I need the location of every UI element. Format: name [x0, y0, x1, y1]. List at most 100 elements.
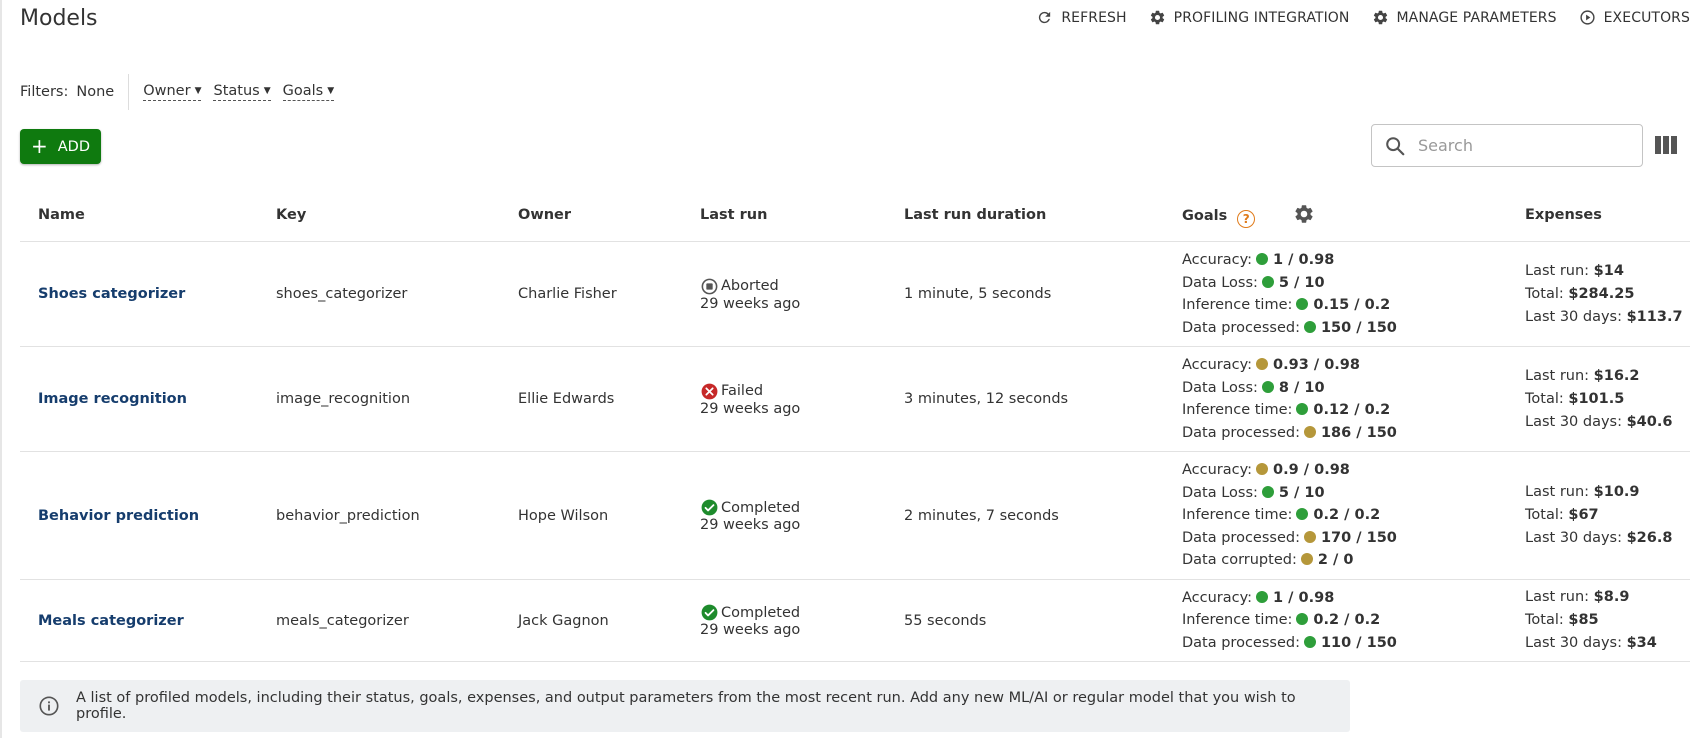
expense-label: Last run:	[1525, 484, 1590, 500]
executors-button[interactable]: EXECUTORS	[1579, 9, 1690, 26]
run-duration: 1 minute, 5 seconds	[886, 241, 1164, 347]
expenses-cell: Last run: $16.2 Total: $101.5 Last 30 da…	[1507, 346, 1690, 452]
goal-value: 0.12 / 0.2	[1313, 402, 1391, 418]
left-border	[0, 0, 2, 738]
goal-line: Data processed: 170 / 150	[1182, 527, 1507, 550]
expense-label: Total:	[1525, 285, 1564, 302]
filter-owner-dropdown[interactable]: Owner ▼	[143, 83, 202, 101]
add-button[interactable]: + ADD	[20, 129, 101, 164]
header-expenses[interactable]: Expenses	[1507, 189, 1690, 242]
gear-icon[interactable]	[1293, 203, 1315, 225]
header-goals-label[interactable]: Goals	[1182, 208, 1227, 224]
model-name-link[interactable]: Behavior prediction	[38, 508, 199, 524]
expense-last-run: $10.9	[1593, 484, 1640, 500]
profiling-integration-button[interactable]: PROFILING INTEGRATION	[1149, 9, 1350, 26]
goal-label: Data processed:	[1182, 424, 1300, 441]
last-run-cell: Aborted 29 weeks ago	[682, 241, 886, 347]
header-owner[interactable]: Owner	[500, 189, 682, 242]
completed-icon	[701, 604, 718, 621]
goal-line: Accuracy: 0.93 / 0.98	[1182, 354, 1507, 377]
goals-cell: Accuracy: 0.9 / 0.98 Data Loss: 5 / 10 Inf…	[1164, 451, 1507, 580]
last-run-cell: Failed 29 weeks ago	[682, 346, 886, 452]
expense-total: $284.25	[1568, 285, 1635, 302]
goal-label: Data corrupted:	[1182, 552, 1297, 569]
goal-value: 0.15 / 0.2	[1313, 297, 1391, 313]
goal-value: 0.93 / 0.98	[1273, 357, 1360, 373]
expenses-cell: Last run: $14 Total: $284.25 Last 30 day…	[1507, 241, 1690, 347]
goal-value: 5 / 10	[1278, 274, 1325, 291]
goal-status-dot	[1303, 530, 1316, 543]
header-goals: Goals?	[1164, 189, 1507, 242]
filters-label: Filters:	[20, 84, 69, 100]
expense-label: Total:	[1525, 507, 1564, 523]
goal-label: Data Loss:	[1182, 379, 1258, 396]
table-row: Behavior prediction behavior_prediction …	[20, 451, 1690, 580]
goal-status-dot	[1296, 403, 1309, 415]
expense-total: $101.5	[1568, 390, 1625, 407]
search-input[interactable]	[1416, 135, 1630, 156]
filter-goals-dropdown[interactable]: Goals ▼	[282, 83, 335, 101]
goal-line: Data processed: 150 / 150	[1182, 317, 1507, 340]
caret-down-icon: ▼	[263, 86, 271, 96]
goal-status-dot	[1256, 590, 1269, 603]
model-name-link[interactable]: Shoes categorizer	[38, 286, 185, 302]
goal-label: Accuracy:	[1182, 589, 1253, 606]
manage-parameters-button[interactable]: MANAGE PARAMETERS	[1372, 9, 1557, 26]
refresh-button[interactable]: REFRESH	[1036, 9, 1127, 26]
filter-status-dropdown[interactable]: Status ▼	[213, 83, 271, 101]
goal-status-dot	[1261, 380, 1274, 393]
goal-line: Data Loss: 5 / 10	[1182, 272, 1507, 295]
goal-line: Inference time: 0.15 / 0.2	[1182, 294, 1507, 317]
goal-status-dot	[1303, 320, 1316, 333]
goal-line: Data Loss: 5 / 10	[1182, 482, 1507, 505]
header-last-run[interactable]: Last run	[682, 189, 886, 242]
manage-parameters-label: MANAGE PARAMETERS	[1396, 9, 1557, 26]
expense-label: Last 30 days:	[1525, 635, 1622, 651]
columns-icon[interactable]	[1655, 136, 1677, 154]
table-row: Shoes categorizer shoes_categorizer Char…	[20, 241, 1690, 347]
last-run-ago: 29 weeks ago	[700, 295, 801, 312]
search-icon	[1386, 136, 1405, 155]
model-name-link[interactable]: Meals categorizer	[38, 613, 184, 629]
goal-value: 0.9 / 0.98	[1273, 462, 1350, 479]
goal-line: Data Loss: 8 / 10	[1182, 377, 1507, 400]
run-duration: 55 seconds	[886, 579, 1164, 662]
expense-total: $67	[1568, 507, 1599, 523]
goal-label: Accuracy:	[1182, 462, 1253, 479]
header-name[interactable]: Name	[20, 189, 258, 242]
header-last-run-duration[interactable]: Last run duration	[886, 189, 1164, 242]
goal-line: Accuracy: 1 / 0.98	[1182, 249, 1507, 272]
last-run-ago: 29 weeks ago	[700, 517, 801, 533]
status-label: Aborted	[721, 278, 779, 294]
goal-status-dot	[1303, 425, 1316, 438]
goal-status-dot	[1256, 253, 1269, 265]
filters-bar: Filters: None Owner ▼ Status ▼ Goals ▼	[20, 74, 346, 110]
goals-cell: Accuracy: 0.93 / 0.98 Data Loss: 8 / 10 In…	[1164, 346, 1507, 452]
goal-line: Inference time: 0.2 / 0.2	[1182, 609, 1507, 632]
search-box	[1371, 124, 1643, 167]
refresh-icon	[1039, 11, 1051, 24]
goal-status-dot	[1256, 358, 1269, 370]
model-owner: Ellie Edwards	[500, 346, 682, 452]
expense-total: $85	[1568, 612, 1599, 628]
expense-label: Last run:	[1525, 589, 1590, 605]
goal-label: Inference time:	[1182, 612, 1293, 629]
expenses-cell: Last run: $10.9 Total: $67 Last 30 days:…	[1507, 451, 1690, 580]
goal-label: Inference time:	[1182, 297, 1293, 313]
goal-value: 1 / 0.98	[1273, 589, 1335, 606]
goal-line: Inference time: 0.12 / 0.2	[1182, 399, 1507, 422]
goal-status-dot	[1261, 275, 1274, 288]
plus-icon: +	[30, 133, 48, 158]
goal-value: 8 / 10	[1278, 379, 1325, 396]
filters-divider	[128, 74, 130, 110]
header-key[interactable]: Key	[258, 189, 500, 242]
expense-last-run: $8.9	[1593, 589, 1630, 605]
goal-status-dot	[1296, 613, 1309, 626]
help-icon[interactable]: ?	[1237, 209, 1256, 228]
expense-label: Last 30 days:	[1525, 308, 1622, 325]
goal-label: Data Loss:	[1182, 484, 1258, 501]
model-name-link[interactable]: Image recognition	[38, 391, 187, 407]
goal-label: Inference time:	[1182, 402, 1293, 418]
goal-line: Data processed: 186 / 150	[1182, 422, 1507, 445]
goal-status-dot	[1296, 298, 1309, 310]
